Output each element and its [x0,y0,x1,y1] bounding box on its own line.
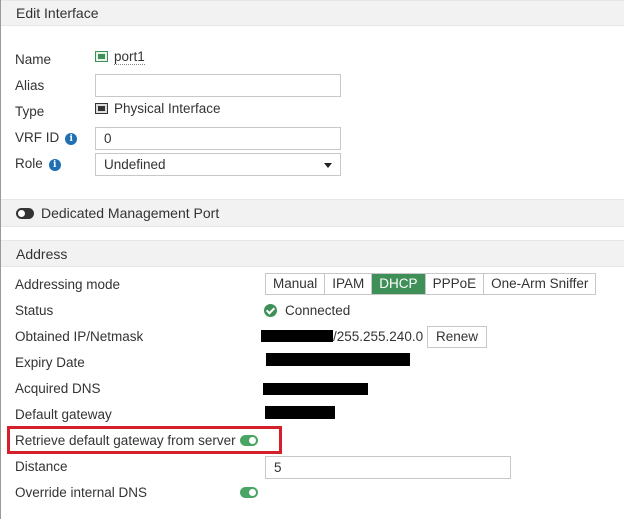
alias-input[interactable] [95,74,341,97]
status-value-text: Connected [285,303,351,318]
redacted-gateway [265,406,335,419]
mode-one-arm-sniffer-button[interactable]: One-Arm Sniffer [484,274,596,294]
acquired-dns-label: Acquired DNS [15,381,101,396]
name-label: Name [15,52,52,67]
management-port-label: Dedicated Management Port [41,205,220,221]
check-circle-icon [264,304,277,317]
port-icon [95,51,108,62]
redacted-ip [261,330,333,342]
expiry-date-label: Expiry Date [15,355,85,370]
dialog-title: Edit Interface [16,5,99,21]
mode-dhcp-button[interactable]: DHCP [372,274,426,294]
name-value-text: port1 [114,49,145,65]
management-port-toggle[interactable] [16,208,34,219]
physical-interface-icon [95,103,108,114]
distance-label: Distance [15,459,68,474]
name-value: port1 [95,49,145,65]
redacted-expiry-date [266,353,410,366]
redacted-dns [263,383,368,395]
alias-label: Alias [15,78,45,93]
management-port-row: Dedicated Management Port [16,205,219,221]
type-value-text: Physical Interface [114,101,221,116]
distance-input[interactable]: 5 [265,456,511,479]
role-select-value: Undefined [104,157,166,172]
addressing-mode-label: Addressing mode [15,277,121,292]
addressing-mode-selector: Manual IPAM DHCP PPPoE One-Arm Sniffer [265,273,597,295]
vrf-id-input[interactable]: 0 [95,127,341,150]
role-label: Role i [15,156,61,171]
annotation-highlight-box [7,426,282,454]
mode-pppoe-button[interactable]: PPPoE [425,274,485,294]
renew-button[interactable]: Renew [427,326,488,348]
override-dns-label: Override internal DNS [15,485,148,500]
chevron-down-icon [324,163,332,168]
management-port-bar: Dedicated Management Port [1,199,624,227]
address-section-header: Address [1,240,624,267]
info-icon[interactable]: i [65,133,78,145]
default-gateway-label: Default gateway [15,407,112,422]
mode-manual-button[interactable]: Manual [266,274,326,294]
netmask-value: /255.255.240.0 [333,329,424,344]
role-label-text: Role [15,156,43,171]
type-value: Physical Interface [95,101,221,116]
obtained-ip-label: Obtained IP/Netmask [15,329,144,344]
type-label: Type [15,104,45,119]
vrf-id-label: VRF ID i [15,130,78,145]
vrf-id-label-text: VRF ID [15,130,60,145]
info-icon[interactable]: i [48,159,61,171]
address-section-title: Address [16,245,68,262]
override-dns-toggle[interactable] [240,487,258,498]
role-select[interactable]: Undefined [95,153,341,176]
status-value: Connected [264,303,350,318]
dialog-header: Edit Interface [1,0,624,26]
status-label: Status [15,303,54,318]
mode-ipam-button[interactable]: IPAM [325,274,373,294]
